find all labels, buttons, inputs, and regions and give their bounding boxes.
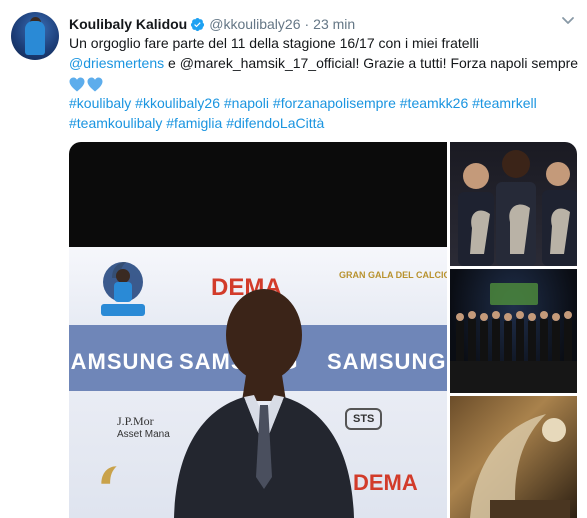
tweet-text-line: Un orgoglio fare parte del 11 della stag… xyxy=(69,35,479,51)
jpmorgan-label: J.P.Mor xyxy=(117,414,154,428)
blue-heart-icon xyxy=(69,77,85,92)
side-photo-team[interactable] xyxy=(450,269,577,393)
timestamp[interactable]: 23 min xyxy=(313,16,355,32)
watermark-logo xyxy=(97,258,149,320)
display-name[interactable]: Koulibaly Kalidou xyxy=(69,16,187,32)
hashtags-line[interactable]: #koulibaly #kkoulibaly26 #napoli #forzan… xyxy=(69,93,579,113)
media-grid: DEMA GRAN GALA DEL CALCIO SAMSUNG SAMSUN… xyxy=(69,142,577,518)
emoji-line xyxy=(69,73,579,93)
tweet-header: Koulibaly Kalidou @kkoulibaly26 · 23 min xyxy=(69,14,355,34)
tweet-text-fragment: e @marek_hamsik_17_official! Grazie a tu… xyxy=(164,55,579,71)
tweet-card: Koulibaly Kalidou @kkoulibaly26 · 23 min… xyxy=(0,0,587,518)
player-figure xyxy=(174,289,354,518)
hashtags-line[interactable]: #teamkoulibaly #famiglia #difendoLaCittà xyxy=(69,113,579,133)
chevron-down-icon[interactable] xyxy=(561,16,575,26)
samsung-sponsor: SAMSUNG xyxy=(69,349,175,374)
verified-badge-icon xyxy=(191,17,205,31)
jpmorgan-sponsor: J.P.Mor Asset Mana xyxy=(117,414,170,440)
main-photo[interactable]: DEMA GRAN GALA DEL CALCIO SAMSUNG SAMSUN… xyxy=(69,142,447,518)
separator-dot: · xyxy=(304,16,310,32)
user-handle[interactable]: @kkoulibaly26 xyxy=(209,16,300,32)
gran-gala-logo xyxy=(79,464,139,488)
blue-heart-icon xyxy=(87,77,103,92)
jpmorgan-sub: Asset Mana xyxy=(117,429,170,440)
tweet-text-line: @driesmertens e @marek_hamsik_17_officia… xyxy=(69,53,579,73)
side-photo-trophies[interactable] xyxy=(450,142,577,266)
mention-link[interactable]: @driesmertens xyxy=(69,55,164,71)
tweet-text: Un orgoglio fare parte del 11 della stag… xyxy=(69,33,579,133)
avatar[interactable] xyxy=(11,12,59,60)
side-photo-trophy-closeup[interactable] xyxy=(450,396,577,518)
